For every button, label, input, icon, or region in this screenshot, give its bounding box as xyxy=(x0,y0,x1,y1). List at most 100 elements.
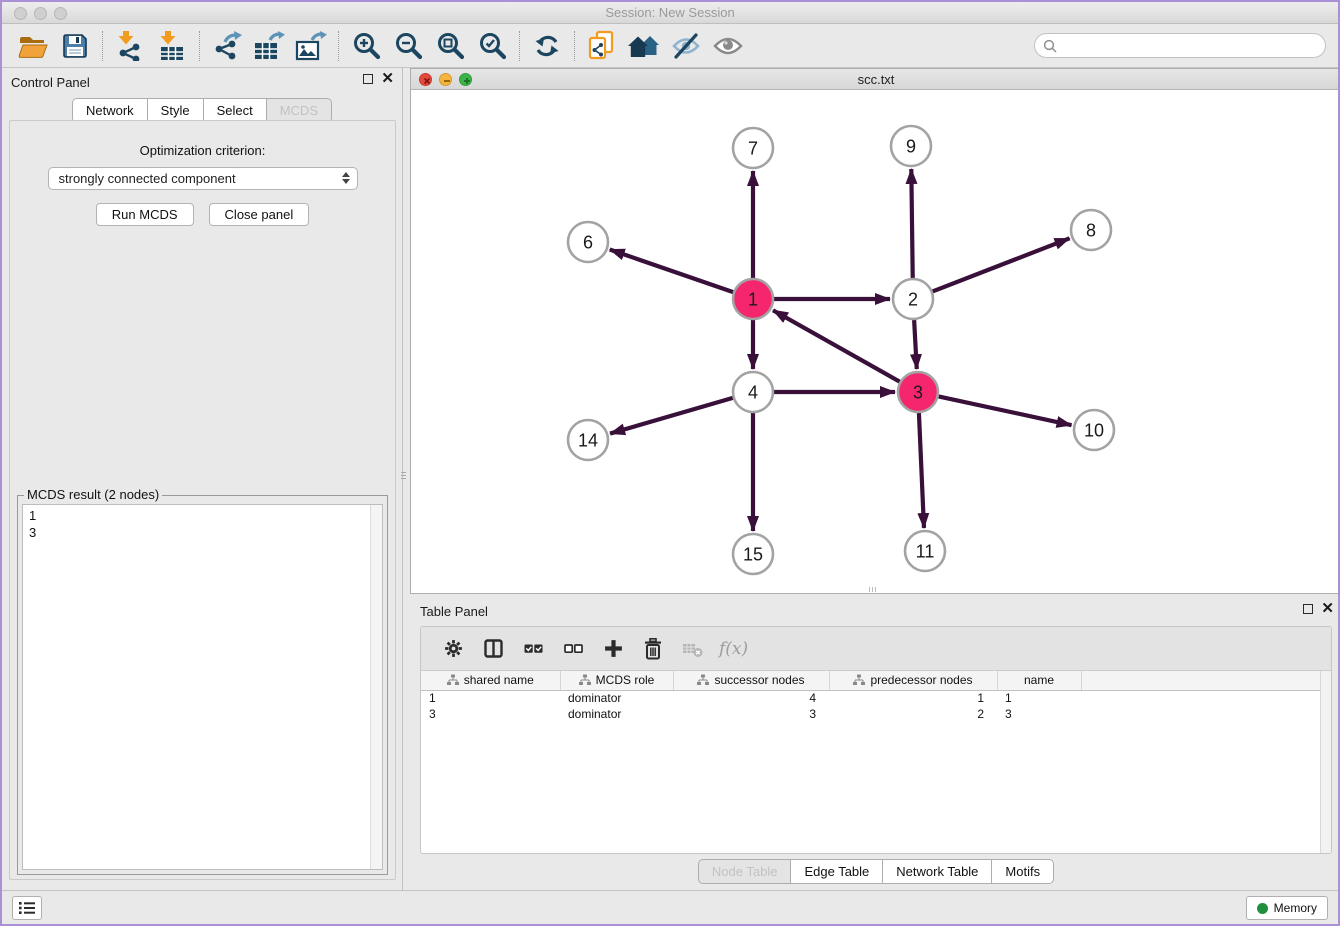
tab-node-table[interactable]: Node Table xyxy=(698,859,792,884)
optimization-criterion-value: strongly connected component xyxy=(59,171,236,186)
float-panel-icon[interactable] xyxy=(363,74,373,84)
panel-splitter-handle[interactable] xyxy=(401,464,406,486)
memory-button[interactable]: Memory xyxy=(1246,896,1328,920)
graph-node-3[interactable]: 3 xyxy=(898,372,938,412)
application-window: Session: New Session xyxy=(0,0,1340,926)
graph-edge-3-10[interactable] xyxy=(939,396,1072,425)
task-list-icon xyxy=(18,900,36,916)
delete-table-button[interactable] xyxy=(675,632,711,666)
table-cell[interactable]: 1 xyxy=(829,690,997,706)
table-cell[interactable]: 1 xyxy=(421,690,560,706)
table-cell[interactable]: 2 xyxy=(829,706,997,722)
hide-selected-button[interactable] xyxy=(665,28,707,64)
close-table-panel-icon[interactable]: ✕ xyxy=(1321,604,1334,614)
graph-node-label: 3 xyxy=(913,382,923,402)
result-scrollbar[interactable] xyxy=(370,505,382,869)
graph-node-2[interactable]: 2 xyxy=(893,279,933,319)
show-columns-button[interactable] xyxy=(475,632,511,666)
graph-node-8[interactable]: 8 xyxy=(1071,210,1111,250)
graph-node-9[interactable]: 9 xyxy=(891,126,931,166)
function-builder-button[interactable]: f(x) xyxy=(719,639,748,659)
table-cell[interactable]: 4 xyxy=(673,690,829,706)
canvas-splitter-handle[interactable] xyxy=(861,587,883,592)
status-bar: Memory xyxy=(2,890,1338,924)
zoom-selected-button[interactable] xyxy=(471,28,513,64)
graph-node-1[interactable]: 1 xyxy=(733,279,773,319)
column-header-name[interactable]: name xyxy=(997,671,1081,690)
zoom-selected-icon xyxy=(478,31,507,60)
zoom-in-button[interactable] xyxy=(345,28,387,64)
export-image-button[interactable] xyxy=(290,28,332,64)
table-settings-button[interactable] xyxy=(435,632,471,666)
home-layout-button[interactable] xyxy=(623,28,665,64)
optimization-criterion-select[interactable]: strongly connected component xyxy=(48,167,358,190)
close-panel-button[interactable]: Close panel xyxy=(209,203,310,226)
select-all-rows-button[interactable] xyxy=(515,632,551,666)
graph-edge-4-14[interactable] xyxy=(610,398,733,434)
graph-node-15[interactable]: 15 xyxy=(733,534,773,574)
tab-motifs[interactable]: Motifs xyxy=(991,859,1054,884)
toolbar-separator xyxy=(199,31,200,61)
search-input[interactable] xyxy=(1062,39,1317,53)
deselect-all-rows-button[interactable] xyxy=(555,632,591,666)
table-scrollbar[interactable] xyxy=(1320,671,1331,854)
import-network-button[interactable] xyxy=(109,28,151,64)
mcds-result-area[interactable]: 1 3 xyxy=(22,504,383,870)
graph-node-14[interactable]: 14 xyxy=(568,420,608,460)
refresh-view-button[interactable] xyxy=(526,28,568,64)
network-canvas[interactable]: 7 9 6 8 1 2 4 3 14 10 15 11 xyxy=(411,90,1340,593)
sort-hierarchy-icon xyxy=(447,674,459,686)
table-cell[interactable]: 3 xyxy=(673,706,829,722)
delete-column-button[interactable] xyxy=(635,632,671,666)
column-header-predecessor-nodes[interactable]: predecessor nodes xyxy=(829,671,997,690)
show-all-button[interactable] xyxy=(707,28,749,64)
graph-node-7[interactable]: 7 xyxy=(733,128,773,168)
search-field[interactable] xyxy=(1034,33,1326,58)
graph-node-11[interactable]: 11 xyxy=(905,531,945,571)
zoom-out-button[interactable] xyxy=(387,28,429,64)
export-network-button[interactable] xyxy=(206,28,248,64)
zoom-fit-button[interactable] xyxy=(429,28,471,64)
table-row[interactable]: 3dominator323 xyxy=(421,706,1321,722)
column-header-shared-name[interactable]: shared name xyxy=(421,671,560,690)
graph-node-6[interactable]: 6 xyxy=(568,222,608,262)
table-cell[interactable]: 3 xyxy=(421,706,560,722)
graph-edge-1-6[interactable] xyxy=(610,250,733,293)
task-history-button[interactable] xyxy=(12,896,42,920)
clone-network-button[interactable] xyxy=(581,28,623,64)
tab-edge-table[interactable]: Edge Table xyxy=(790,859,883,884)
show-all-icon xyxy=(713,35,743,57)
graph-node-10[interactable]: 10 xyxy=(1074,410,1114,450)
network-window-titlebar[interactable]: scc.txt xyxy=(411,69,1340,90)
graph-node-4[interactable]: 4 xyxy=(733,372,773,412)
graph-edge-2-9[interactable] xyxy=(911,169,912,278)
table-cell[interactable]: dominator xyxy=(560,690,673,706)
save-session-icon xyxy=(62,33,88,59)
table-row[interactable]: 1dominator411 xyxy=(421,690,1321,706)
zoom-out-icon xyxy=(394,31,423,60)
zoom-in-icon xyxy=(352,31,381,60)
table-panel-inner: f(x) shared nameMCDS rolesuccessor nodes… xyxy=(420,626,1332,854)
table-cell-filler xyxy=(1081,690,1321,706)
graph-edge-2-3[interactable] xyxy=(914,320,917,369)
table-cell[interactable]: dominator xyxy=(560,706,673,722)
tab-network-table[interactable]: Network Table xyxy=(882,859,992,884)
table-panel: Table Panel ✕ xyxy=(410,598,1340,892)
table-cell[interactable]: 3 xyxy=(997,706,1081,722)
float-table-panel-icon[interactable] xyxy=(1303,604,1313,614)
table-cell[interactable]: 1 xyxy=(997,690,1081,706)
graph-node-label: 14 xyxy=(578,430,598,450)
column-header-successor-nodes[interactable]: successor nodes xyxy=(673,671,829,690)
export-table-button[interactable] xyxy=(248,28,290,64)
run-mcds-button[interactable]: Run MCDS xyxy=(96,203,194,226)
import-table-button[interactable] xyxy=(151,28,193,64)
add-column-button[interactable] xyxy=(595,632,631,666)
graph-edge-3-1[interactable] xyxy=(773,310,900,381)
graph-edge-2-8[interactable] xyxy=(933,238,1070,291)
close-panel-icon[interactable]: ✕ xyxy=(381,74,394,84)
column-header-MCDS-role[interactable]: MCDS role xyxy=(560,671,673,690)
save-session-button[interactable] xyxy=(54,28,96,64)
open-session-button[interactable] xyxy=(12,28,54,64)
graph-edge-3-11[interactable] xyxy=(919,413,924,528)
toolbar-separator xyxy=(519,31,520,61)
